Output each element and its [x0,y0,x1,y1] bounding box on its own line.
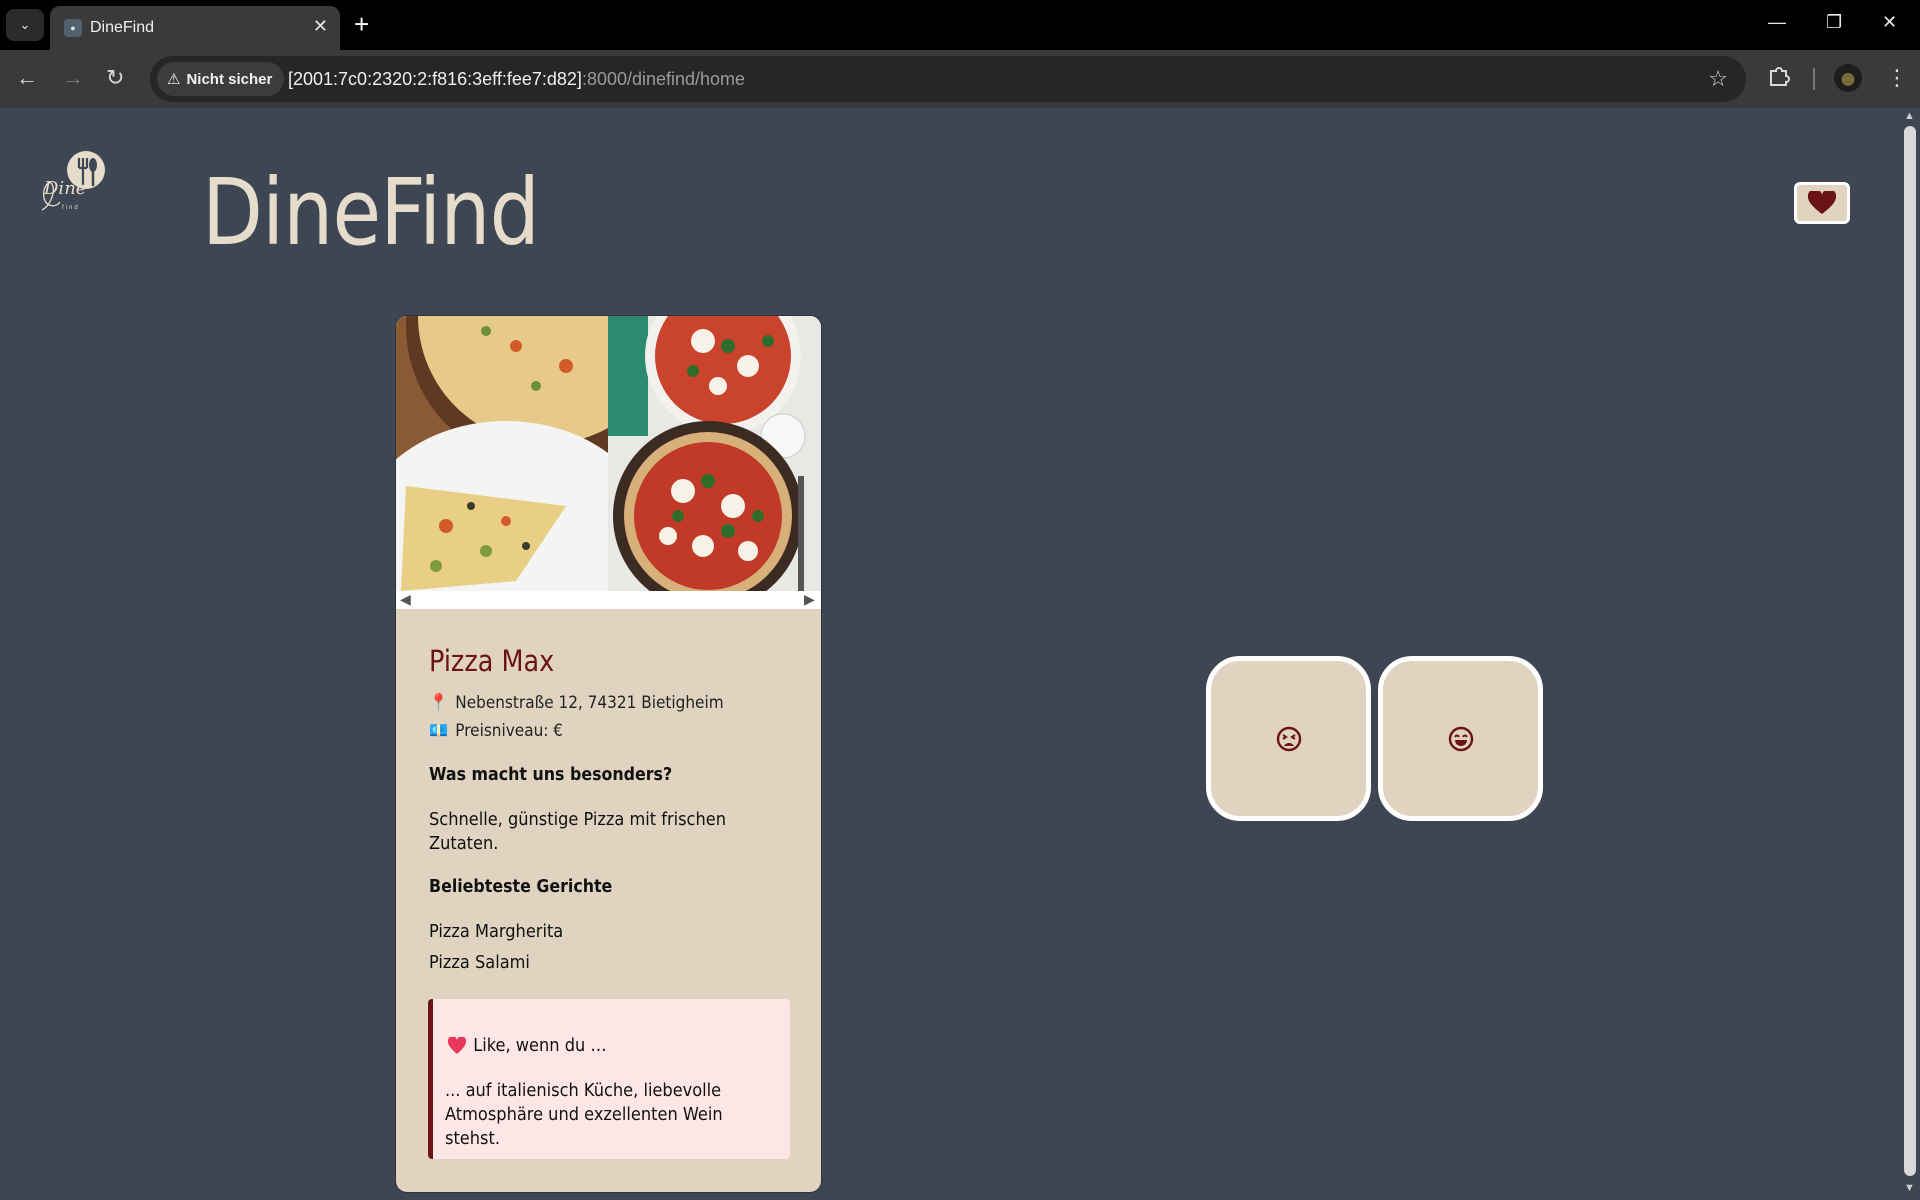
address-bar[interactable]: ⚠ Nicht sicher [2001:7c0:2320:2:f816:3ef… [150,56,1746,102]
dish-item: Pizza Salami [429,952,530,973]
tab-search-button[interactable]: ⌄ [6,9,44,41]
scroll-up-icon[interactable]: ▲ [1904,110,1915,122]
carousel-prev-icon[interactable]: ◀ [400,591,411,608]
special-text: Schnelle, günstige Pizza mit frischen Zu… [429,809,726,854]
price-level-text: Preisniveau: € [455,721,564,741]
like-heading: Like, wenn du … [473,1035,607,1056]
bookmark-star-icon[interactable]: ☆ [1708,66,1728,92]
page-scrollbar[interactable]: ▲ ▼ [1900,108,1920,1200]
scroll-thumb[interactable] [1904,126,1916,1176]
carousel-photo-1 [396,316,608,591]
image-carousel[interactable]: ◀ ▶ [396,316,821,609]
forward-icon[interactable]: → [62,65,84,91]
scroll-down-icon[interactable]: ▼ [1904,1182,1915,1194]
logo-subtext: find [62,205,80,211]
tab-title: DineFind [90,19,155,36]
smiling-face-icon [1448,726,1473,751]
favorites-button[interactable] [1794,182,1850,224]
restore-icon[interactable]: ❐ [1826,12,1842,33]
back-icon[interactable]: ← [16,65,38,91]
url-text[interactable]: [2001:7c0:2320:2:f816:3eff:fee7:d82]:800… [288,69,745,90]
minimize-icon[interactable]: — [1768,12,1786,33]
favicon-icon: ● [64,19,82,37]
chevron-down-icon: ⌄ [19,17,31,32]
browser-tabstrip: ⌄ ● DineFind ✕ + — ❐ ✕ [0,0,1920,50]
browser-tab[interactable]: ● DineFind ✕ [50,6,340,50]
more-menu-icon[interactable]: ⋮ [1886,65,1908,91]
tired-face-icon [1276,726,1301,751]
like-heading-row: Like, wenn du … [448,1035,607,1056]
page-title: DineFind [202,159,540,266]
carousel-next-icon[interactable]: ▶ [804,591,815,608]
price-line: 💶 Preisniveau: € [429,721,563,741]
dinefind-logo: Dine find [36,148,108,220]
toolbar-divider [1813,68,1815,90]
carousel-photo-2 [608,316,821,591]
window-close-icon[interactable]: ✕ [1882,12,1897,33]
dish-item: Pizza Margherita [429,921,564,942]
special-heading: Was macht uns besonders? [429,764,673,785]
profile-avatar[interactable] [1834,64,1862,92]
security-label: Nicht sicher [186,70,273,88]
browser-toolbar: ← → ↻ ⚠ Nicht sicher [2001:7c0:2320:2:f8… [0,50,1920,108]
dishes-heading: Beliebteste Gerichte [429,876,613,897]
reload-icon[interactable]: ↻ [106,65,124,91]
extensions-icon[interactable] [1768,65,1790,93]
dislike-button[interactable] [1206,656,1371,821]
like-button[interactable] [1378,656,1543,821]
address-line: 📍 Nebenstraße 12, 74321 Bietigheim [429,693,724,713]
close-tab-icon[interactable]: ✕ [313,16,328,37]
like-text: ... auf italienisch Küche, liebevolle At… [445,1080,723,1149]
like-hint-box: Like, wenn du … ... auf italienisch Küch… [428,999,790,1159]
logo-text: Dine [44,178,87,199]
warning-icon: ⚠ [167,71,181,88]
new-tab-button[interactable]: + [354,10,369,38]
url-host: [2001:7c0:2320:2:f816:3eff:fee7:d82] [288,69,582,89]
restaurant-card: ◀ ▶ Pizza Max 📍 Nebenstraße 12, 74321 Bi… [395,315,822,1193]
url-path: :8000/dinefind/home [581,69,746,89]
page-content: Dine find DineFind ◀ ▶ Pizza Max 📍 Neben… [0,108,1900,1200]
money-icon: 💶 [429,721,449,741]
security-chip[interactable]: ⚠ Nicht sicher [157,62,285,96]
pink-heart-icon [448,1036,466,1054]
pin-icon: 📍 [429,693,449,713]
restaurant-name: Pizza Max [429,644,555,678]
heart-icon [1808,191,1836,214]
address-text: Nebenstraße 12, 74321 Bietigheim [455,693,724,713]
